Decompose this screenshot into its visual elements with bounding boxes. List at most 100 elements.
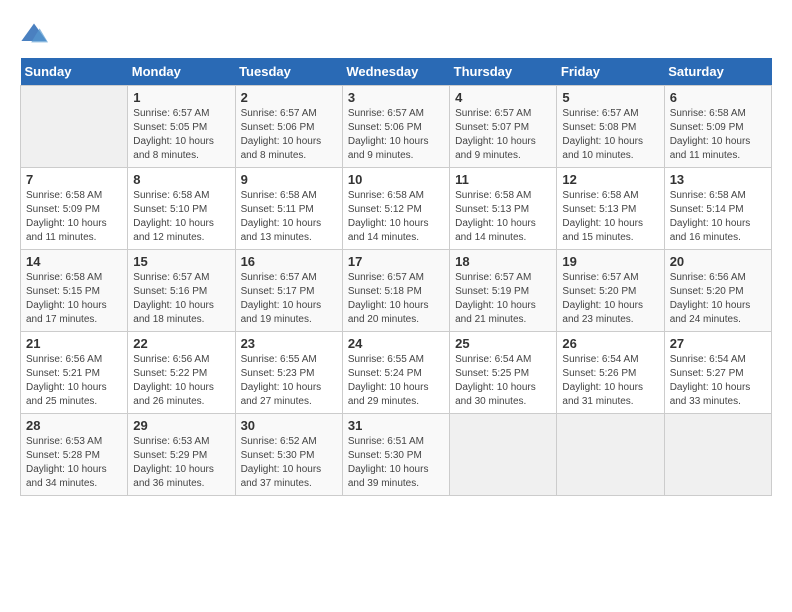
day-cell: 13Sunrise: 6:58 AMSunset: 5:14 PMDayligh… [664, 168, 771, 250]
day-cell: 26 Sunrise: 6:54 AMSunset: 5:26 PMDayligh… [557, 332, 664, 414]
header-cell-sunday: Sunday [21, 58, 128, 86]
day-info: Sunrise: 6:58 AMSunset: 5:15 PMDaylight:… [26, 271, 122, 327]
day-number: 18 [455, 254, 551, 269]
day-info: Sunrise: 6:53 AMSunset: 5:28 PMDaylight:… [26, 435, 122, 491]
day-cell: 30 Sunrise: 6:52 AMSunset: 5:30 PMDayligh… [235, 414, 342, 496]
day-number: 6 [670, 90, 766, 105]
day-info: Sunrise: 6:54 AMSunset: 5:26 PMDaylight:… [562, 353, 658, 409]
day-cell: 15 Sunrise: 6:57 AMSunset: 5:16 PMDayligh… [128, 250, 235, 332]
day-number: 14 [26, 254, 122, 269]
day-info: Sunrise: 6:57 AMSunset: 5:05 PMDaylight:… [133, 107, 229, 163]
day-number: 1 [133, 90, 229, 105]
day-number: 31 [348, 418, 444, 433]
day-cell: 18 Sunrise: 6:57 AMSunset: 5:19 PMDayligh… [450, 250, 557, 332]
day-number: 10 [348, 172, 444, 187]
day-cell: 20Sunrise: 6:56 AMSunset: 5:20 PMDayligh… [664, 250, 771, 332]
day-cell: 2Sunrise: 6:57 AMSunset: 5:06 PMDaylight… [235, 86, 342, 168]
day-number: 8 [133, 172, 229, 187]
day-info: Sunrise: 6:56 AMSunset: 5:21 PMDaylight:… [26, 353, 122, 409]
day-info: Sunrise: 6:54 AMSunset: 5:25 PMDaylight:… [455, 353, 551, 409]
day-info: Sunrise: 6:57 AMSunset: 5:20 PMDaylight:… [562, 271, 658, 327]
day-info: Sunrise: 6:58 AMSunset: 5:13 PMDaylight:… [455, 189, 551, 245]
day-info: Sunrise: 6:58 AMSunset: 5:14 PMDaylight:… [670, 189, 766, 245]
day-number: 29 [133, 418, 229, 433]
logo-icon [20, 20, 48, 48]
day-number: 16 [241, 254, 337, 269]
week-row-2: 14 Sunrise: 6:58 AMSunset: 5:15 PMDayligh… [21, 250, 772, 332]
day-info: Sunrise: 6:57 AMSunset: 5:19 PMDaylight:… [455, 271, 551, 327]
header-cell-tuesday: Tuesday [235, 58, 342, 86]
day-info: Sunrise: 6:57 AMSunset: 5:18 PMDaylight:… [348, 271, 444, 327]
day-info: Sunrise: 6:57 AMSunset: 5:06 PMDaylight:… [348, 107, 444, 163]
day-info: Sunrise: 6:58 AMSunset: 5:09 PMDaylight:… [670, 107, 766, 163]
day-info: Sunrise: 6:58 AMSunset: 5:11 PMDaylight:… [241, 189, 337, 245]
day-cell: 12 Sunrise: 6:58 AMSunset: 5:13 PMDayligh… [557, 168, 664, 250]
day-cell: 5 Sunrise: 6:57 AMSunset: 5:08 PMDaylight… [557, 86, 664, 168]
day-cell: 21 Sunrise: 6:56 AMSunset: 5:21 PMDayligh… [21, 332, 128, 414]
day-number: 24 [348, 336, 444, 351]
day-info: Sunrise: 6:58 AMSunset: 5:09 PMDaylight:… [26, 189, 122, 245]
day-cell: 22 Sunrise: 6:56 AMSunset: 5:22 PMDayligh… [128, 332, 235, 414]
header-cell-saturday: Saturday [664, 58, 771, 86]
day-cell: 10 Sunrise: 6:58 AMSunset: 5:12 PMDayligh… [342, 168, 449, 250]
week-row-3: 21 Sunrise: 6:56 AMSunset: 5:21 PMDayligh… [21, 332, 772, 414]
day-info: Sunrise: 6:58 AMSunset: 5:10 PMDaylight:… [133, 189, 229, 245]
day-number: 17 [348, 254, 444, 269]
day-number: 9 [241, 172, 337, 187]
day-info: Sunrise: 6:55 AMSunset: 5:24 PMDaylight:… [348, 353, 444, 409]
day-number: 7 [26, 172, 122, 187]
day-info: Sunrise: 6:57 AMSunset: 5:07 PMDaylight:… [455, 107, 551, 163]
day-cell: 16 Sunrise: 6:57 AMSunset: 5:17 PMDayligh… [235, 250, 342, 332]
day-cell [664, 414, 771, 496]
day-number: 30 [241, 418, 337, 433]
header [20, 20, 772, 48]
day-number: 4 [455, 90, 551, 105]
week-row-4: 28 Sunrise: 6:53 AMSunset: 5:28 PMDayligh… [21, 414, 772, 496]
day-info: Sunrise: 6:58 AMSunset: 5:13 PMDaylight:… [562, 189, 658, 245]
week-row-1: 7 Sunrise: 6:58 AMSunset: 5:09 PMDaylight… [21, 168, 772, 250]
day-cell [450, 414, 557, 496]
day-number: 15 [133, 254, 229, 269]
day-cell [557, 414, 664, 496]
day-info: Sunrise: 6:57 AMSunset: 5:16 PMDaylight:… [133, 271, 229, 327]
day-number: 26 [562, 336, 658, 351]
day-number: 22 [133, 336, 229, 351]
day-cell: 4 Sunrise: 6:57 AMSunset: 5:07 PMDaylight… [450, 86, 557, 168]
logo [20, 20, 50, 48]
day-number: 19 [562, 254, 658, 269]
day-info: Sunrise: 6:56 AMSunset: 5:22 PMDaylight:… [133, 353, 229, 409]
day-number: 21 [26, 336, 122, 351]
day-number: 5 [562, 90, 658, 105]
day-cell: 11 Sunrise: 6:58 AMSunset: 5:13 PMDayligh… [450, 168, 557, 250]
day-number: 11 [455, 172, 551, 187]
day-number: 12 [562, 172, 658, 187]
header-cell-wednesday: Wednesday [342, 58, 449, 86]
day-info: Sunrise: 6:57 AMSunset: 5:17 PMDaylight:… [241, 271, 337, 327]
day-cell: 1 Sunrise: 6:57 AMSunset: 5:05 PMDaylight… [128, 86, 235, 168]
day-cell: 27 Sunrise: 6:54 AMSunset: 5:27 PMDayligh… [664, 332, 771, 414]
day-info: Sunrise: 6:57 AMSunset: 5:08 PMDaylight:… [562, 107, 658, 163]
day-cell: 31 Sunrise: 6:51 AMSunset: 5:30 PMDayligh… [342, 414, 449, 496]
day-cell: 25Sunrise: 6:54 AMSunset: 5:25 PMDayligh… [450, 332, 557, 414]
day-number: 27 [670, 336, 766, 351]
day-cell: 3 Sunrise: 6:57 AMSunset: 5:06 PMDaylight… [342, 86, 449, 168]
day-info: Sunrise: 6:56 AMSunset: 5:20 PMDaylight:… [670, 271, 766, 327]
day-info: Sunrise: 6:52 AMSunset: 5:30 PMDaylight:… [241, 435, 337, 491]
day-number: 28 [26, 418, 122, 433]
header-cell-monday: Monday [128, 58, 235, 86]
day-cell: 7 Sunrise: 6:58 AMSunset: 5:09 PMDaylight… [21, 168, 128, 250]
day-info: Sunrise: 6:54 AMSunset: 5:27 PMDaylight:… [670, 353, 766, 409]
day-info: Sunrise: 6:51 AMSunset: 5:30 PMDaylight:… [348, 435, 444, 491]
week-row-0: 1 Sunrise: 6:57 AMSunset: 5:05 PMDaylight… [21, 86, 772, 168]
day-number: 23 [241, 336, 337, 351]
day-info: Sunrise: 6:53 AMSunset: 5:29 PMDaylight:… [133, 435, 229, 491]
day-cell: 8 Sunrise: 6:58 AMSunset: 5:10 PMDaylight… [128, 168, 235, 250]
day-number: 3 [348, 90, 444, 105]
day-cell [21, 86, 128, 168]
day-cell: 6 Sunrise: 6:58 AMSunset: 5:09 PMDaylight… [664, 86, 771, 168]
day-cell: 23Sunrise: 6:55 AMSunset: 5:23 PMDayligh… [235, 332, 342, 414]
day-info: Sunrise: 6:58 AMSunset: 5:12 PMDaylight:… [348, 189, 444, 245]
header-row: SundayMondayTuesdayWednesdayThursdayFrid… [21, 58, 772, 86]
day-cell: 9 Sunrise: 6:58 AMSunset: 5:11 PMDaylight… [235, 168, 342, 250]
day-info: Sunrise: 6:57 AMSunset: 5:06 PMDaylight:… [241, 107, 337, 163]
